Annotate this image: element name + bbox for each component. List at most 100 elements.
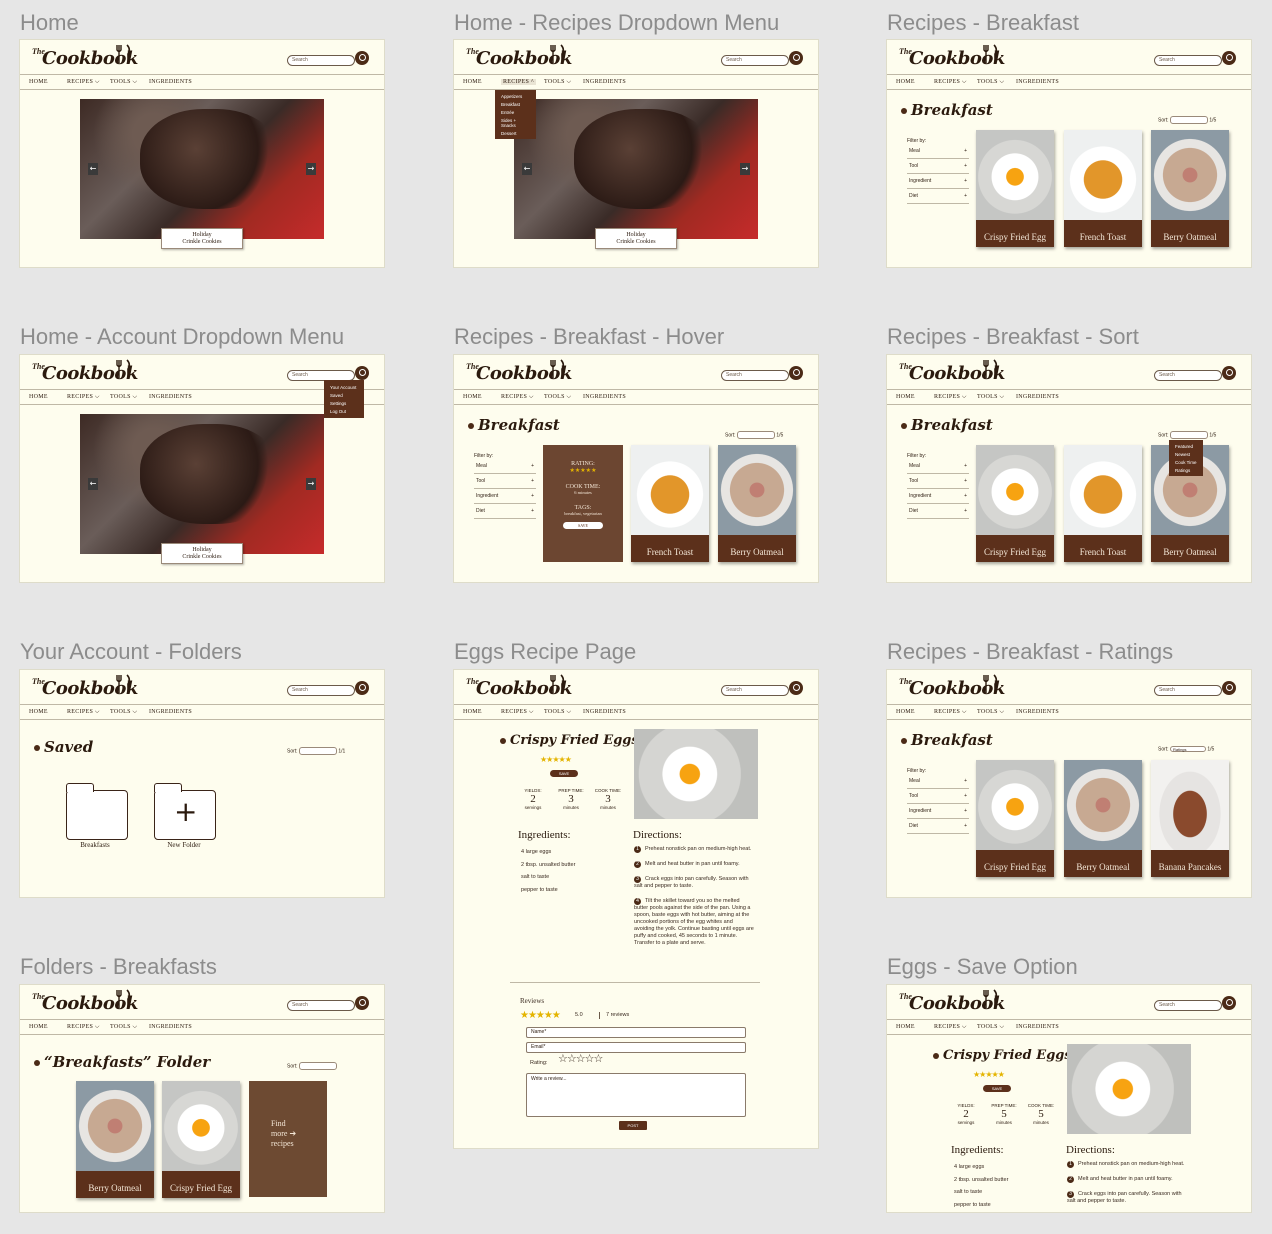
recipe-card[interactable]: Crispy Fried Egg (976, 760, 1054, 877)
hero-next-button[interactable]: → (306, 478, 316, 490)
back-icon[interactable] (34, 745, 40, 751)
sort-control[interactable]: Sort: Ratings 1/5 (1158, 746, 1214, 752)
find-more-recipes-button[interactable]: Find more ➔ recipes (249, 1081, 327, 1197)
nav-home[interactable]: HOME (896, 709, 915, 715)
recipe-card[interactable]: Crispy Fried Egg (976, 445, 1054, 562)
hero-prev-button[interactable]: ← (88, 163, 98, 175)
filter-diet[interactable]: Diet (474, 504, 536, 519)
menu-item[interactable]: Cook Time (1169, 458, 1203, 466)
filter-meal[interactable]: Meal (907, 459, 969, 474)
account-icon[interactable] (355, 51, 369, 65)
nav-ingredients[interactable]: INGREDIENTS (1016, 709, 1059, 715)
account-icon[interactable] (789, 51, 803, 65)
account-icon[interactable] (1222, 996, 1236, 1010)
menu-item[interactable]: Newest (1169, 450, 1203, 458)
sort-control[interactable]: Sort: 1/5 (1158, 116, 1216, 124)
back-icon[interactable] (901, 423, 907, 429)
nav-home[interactable]: HOME (463, 79, 482, 85)
nav-home[interactable]: HOME (896, 394, 915, 400)
recipe-card[interactable]: French Toast (1064, 130, 1142, 247)
account-icon[interactable] (1222, 681, 1236, 695)
nav-home[interactable]: HOME (896, 1024, 915, 1030)
account-icon[interactable] (1222, 51, 1236, 65)
nav-recipes[interactable]: RECIPES ⌵ (67, 709, 100, 716)
menu-item[interactable]: Featured (1169, 442, 1203, 450)
folder-icon[interactable] (65, 783, 128, 840)
hero-caption[interactable]: Holiday Crinkle Cookies (161, 228, 243, 249)
nav-recipes[interactable]: RECIPES ⌵ (67, 1024, 100, 1031)
nav-home[interactable]: HOME (463, 394, 482, 400)
nav-ingredients[interactable]: INGREDIENTS (583, 709, 626, 715)
account-icon[interactable] (789, 681, 803, 695)
search-input[interactable]: Search (721, 55, 789, 66)
recipe-card[interactable]: Banana Pancakes (1151, 760, 1229, 877)
back-icon[interactable] (901, 108, 907, 114)
menu-item[interactable]: Entrée (495, 108, 536, 116)
recipe-card[interactable]: Berry Oatmeal (1064, 760, 1142, 877)
name-field[interactable]: Name* (526, 1027, 746, 1038)
filter-ingredient[interactable]: Ingredient (474, 489, 536, 504)
recipe-card[interactable]: Crispy Fried Egg (162, 1081, 240, 1198)
back-icon[interactable] (34, 1060, 40, 1066)
search-input[interactable]: Search (1154, 1000, 1222, 1011)
sort-control[interactable]: Sort: 1/5 (725, 431, 783, 439)
recipe-card[interactable]: Berry Oatmeal (1151, 130, 1229, 247)
filter-ingredient[interactable]: Ingredient (907, 174, 969, 189)
search-input[interactable]: Search (287, 55, 355, 66)
filter-diet[interactable]: Diet (907, 819, 969, 834)
menu-item[interactable]: Settings (324, 399, 364, 407)
account-icon[interactable] (355, 996, 369, 1010)
search-input[interactable]: Search (287, 685, 355, 696)
nav-home[interactable]: HOME (29, 79, 48, 85)
nav-tools[interactable]: TOOLS ⌵ (110, 394, 137, 401)
recipe-card-hover[interactable]: RATING: ★★★★★ COOK TIME: 6 minutes TAGS:… (543, 445, 623, 562)
nav-ingredients[interactable]: INGREDIENTS (583, 394, 626, 400)
hero-next-button[interactable]: → (306, 163, 316, 175)
nav-home[interactable]: HOME (896, 79, 915, 85)
rating-input[interactable]: ☆☆☆☆☆ (558, 1054, 603, 1065)
filter-meal[interactable]: Meal (907, 144, 969, 159)
nav-recipes[interactable]: RECIPES ⌵ (501, 394, 534, 401)
search-input[interactable]: Search (1154, 370, 1222, 381)
nav-ingredients[interactable]: INGREDIENTS (149, 79, 192, 85)
nav-recipes[interactable]: RECIPES ⌵ (501, 709, 534, 716)
menu-item[interactable]: Dessert (495, 129, 536, 137)
nav-recipes[interactable]: RECIPES ⌵ (934, 709, 967, 716)
back-icon[interactable] (468, 423, 474, 429)
nav-recipes[interactable]: RECIPES ⌵ (67, 394, 100, 401)
hero-next-button[interactable]: → (740, 163, 750, 175)
nav-tools[interactable]: TOOLS ⌵ (977, 394, 1004, 401)
filter-meal[interactable]: Meal (907, 774, 969, 789)
recipe-card[interactable]: Berry Oatmeal (718, 445, 796, 562)
menu-item[interactable]: Breakfast (495, 100, 536, 108)
search-input[interactable]: Search (721, 685, 789, 696)
review-textarea[interactable]: Write a review... (526, 1073, 746, 1117)
filter-tool[interactable]: Tool (907, 159, 969, 174)
menu-item[interactable]: Sides + Snacks (495, 116, 536, 129)
filter-diet[interactable]: Diet (907, 504, 969, 519)
menu-item[interactable]: Your Account (324, 383, 364, 391)
account-icon[interactable] (789, 366, 803, 380)
recipe-card[interactable]: French Toast (631, 445, 709, 562)
hero-caption[interactable]: Holiday Crinkle Cookies (161, 543, 243, 564)
nav-ingredients[interactable]: INGREDIENTS (149, 1024, 192, 1030)
recipe-card[interactable]: French Toast (1064, 445, 1142, 562)
nav-home[interactable]: HOME (29, 394, 48, 400)
nav-ingredients[interactable]: INGREDIENTS (583, 79, 626, 85)
nav-recipes[interactable]: RECIPES ^ (501, 79, 537, 85)
account-icon[interactable] (355, 681, 369, 695)
sort-control[interactable]: Sort: 1/5 (1158, 431, 1216, 439)
save-button[interactable]: SAVE (983, 1085, 1011, 1092)
nav-tools[interactable]: TOOLS ⌵ (110, 709, 137, 716)
search-input[interactable]: Search (1154, 55, 1222, 66)
nav-recipes[interactable]: RECIPES ⌵ (67, 79, 100, 86)
search-input[interactable]: Search (287, 1000, 355, 1011)
sort-control[interactable]: Sort: 1/1 (287, 747, 345, 755)
nav-home[interactable]: HOME (29, 1024, 48, 1030)
search-input[interactable]: Search (721, 370, 789, 381)
nav-recipes[interactable]: RECIPES ⌵ (934, 394, 967, 401)
nav-ingredients[interactable]: INGREDIENTS (1016, 394, 1059, 400)
hero-prev-button[interactable]: ← (88, 478, 98, 490)
filter-meal[interactable]: Meal (474, 459, 536, 474)
menu-item[interactable]: Log Out (324, 407, 364, 415)
